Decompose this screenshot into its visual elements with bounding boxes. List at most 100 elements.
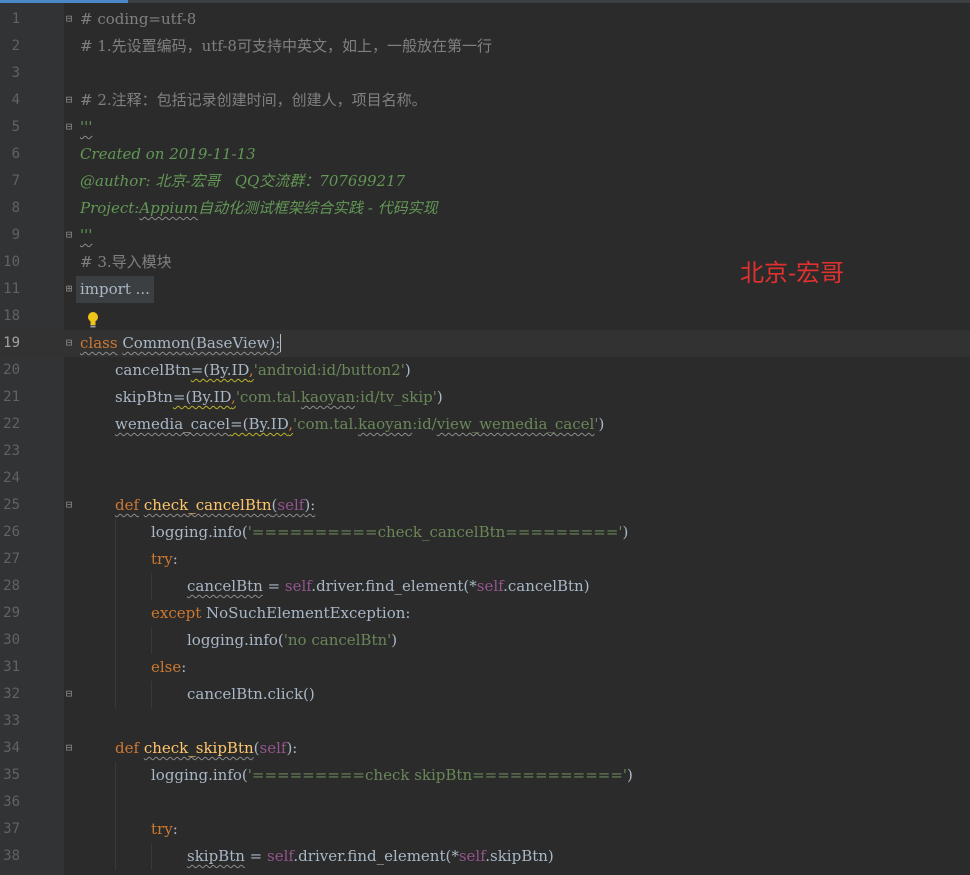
code-line[interactable]: 38 skipBtn = self.driver.find_element(*s… — [0, 843, 970, 870]
code-line[interactable]: 35 logging.info('=========check skipBtn=… — [0, 762, 970, 789]
code-line[interactable]: 31 else: — [0, 654, 970, 681]
code-line[interactable]: 30 logging.info('no cancelBtn') — [0, 627, 970, 654]
fold-collapse-icon[interactable]: ⊟ — [63, 13, 75, 25]
code-line[interactable]: 3 — [0, 60, 970, 87]
fold-expand-icon[interactable]: ⊞ — [63, 283, 75, 295]
indent-guide — [115, 654, 116, 681]
code-editor[interactable]: 1 ⊟ # coding=utf-8 2 # 1.先设置编码，utf-8可支持中… — [0, 6, 970, 870]
line-number: 37 — [3, 821, 20, 837]
docstring-part: 自动化测试框架综合实践 - 代码实现 — [198, 199, 438, 217]
colon: : — [172, 820, 178, 838]
indent-guide — [151, 843, 152, 870]
code-line[interactable]: 26 logging.info('==========check_cancelB… — [0, 519, 970, 546]
fold-collapse-icon[interactable]: ⊟ — [63, 499, 75, 511]
string-typo: kaoyan — [358, 415, 413, 433]
indent-guide — [115, 843, 116, 870]
string-literal: 'no cancelBtn' — [283, 631, 392, 649]
tuple-open: =(By.ID — [230, 415, 289, 433]
code-line[interactable]: 1 ⊟ # coding=utf-8 — [0, 6, 970, 33]
code-line[interactable]: 8 Project:Appium自动化测试框架综合实践 - 代码实现 — [0, 195, 970, 222]
code-line[interactable]: 29 except NoSuchElementException: — [0, 600, 970, 627]
text-caret — [280, 334, 282, 352]
folded-imports[interactable]: import ... — [76, 276, 154, 303]
identifier: skipBtn — [187, 847, 245, 865]
code-line[interactable]: 25 ⊟ def check_cancelBtn(self): — [0, 492, 970, 519]
code-line[interactable]: 34 ⊟ def check_skipBtn(self): — [0, 735, 970, 762]
line-number: 2 — [11, 38, 20, 54]
code-line[interactable]: 36 — [0, 789, 970, 816]
code-line[interactable]: 9 ⊟ ''' — [0, 222, 970, 249]
string-literal: :id/tv_skip' — [355, 388, 437, 406]
line-number: 3 — [11, 65, 20, 81]
editor-tab-bar — [0, 0, 970, 3]
comment: # 1.先设置编码，utf-8可支持中英文，如上，一般放在第一行 — [80, 37, 492, 55]
code-line[interactable]: 2 # 1.先设置编码，utf-8可支持中英文，如上，一般放在第一行 — [0, 33, 970, 60]
tuple-open: =(By.ID — [190, 361, 249, 379]
line-number: 1 — [11, 11, 20, 27]
code-line-current[interactable]: 19 ⊟ class Common(BaseView): — [0, 330, 970, 357]
code-line[interactable]: 32 ⊟ cancelBtn.click() — [0, 681, 970, 708]
code-line[interactable]: 5 ⊟ ''' — [0, 114, 970, 141]
indent-guide — [115, 816, 116, 843]
identifier: cancelBtn — [115, 361, 191, 379]
code-line[interactable]: 20 cancelBtn=(By.ID,'android:id/button2'… — [0, 357, 970, 384]
code-line[interactable]: 27 try: — [0, 546, 970, 573]
call: .driver.find_element(* — [311, 577, 477, 595]
colon: : — [172, 550, 178, 568]
line-number: 4 — [11, 92, 20, 108]
code-line[interactable]: 4 ⊟ # 2.注释：包括记录创建时间，创建人，项目名称。 — [0, 87, 970, 114]
colon: : — [181, 658, 187, 676]
indent-guide — [115, 519, 116, 546]
keyword: except — [151, 604, 202, 622]
statement: logging.info('==========check_cancelBtn=… — [151, 519, 628, 546]
string-typo: kaoyan — [300, 388, 356, 406]
paren: ): — [286, 739, 298, 757]
function-def: def check_skipBtn(self): — [115, 735, 297, 762]
keyword: class — [80, 334, 118, 352]
code-line[interactable]: 7 @author: 北京-宏哥 QQ交流群：707699217 — [0, 168, 970, 195]
code-line[interactable]: 28 cancelBtn = self.driver.find_element(… — [0, 573, 970, 600]
identifier: cancelBtn — [187, 577, 263, 595]
line-number: 36 — [3, 794, 20, 810]
code-line[interactable]: 18 — [0, 303, 970, 330]
class-bases: (BaseView): — [189, 334, 281, 352]
lightbulb-icon[interactable] — [86, 311, 100, 329]
fold-collapse-icon[interactable]: ⊟ — [63, 742, 75, 754]
indent-guide — [115, 546, 116, 573]
fold-collapse-icon[interactable]: ⊟ — [63, 94, 75, 106]
line-number: 7 — [11, 173, 20, 189]
self-ref: self — [476, 577, 504, 595]
code-line[interactable]: 37 try: — [0, 816, 970, 843]
fold-collapse-icon[interactable]: ⊟ — [63, 229, 75, 241]
call: logging.info( — [187, 631, 284, 649]
fold-collapse-icon[interactable]: ⊟ — [63, 121, 75, 133]
class-name: Common — [122, 334, 190, 352]
call: logging.info( — [151, 766, 248, 784]
indent-guide — [115, 681, 116, 708]
assignment: cancelBtn=(By.ID,'android:id/button2') — [115, 357, 411, 384]
code-line[interactable]: 23 — [0, 438, 970, 465]
fold-collapse-icon[interactable]: ⊟ — [63, 337, 75, 349]
line-number: 19 — [3, 335, 20, 351]
keyword: def — [115, 496, 140, 514]
code-line[interactable]: 33 — [0, 708, 970, 735]
code-line[interactable]: 21 skipBtn=(By.ID,'com.tal.kaoyan:id/tv_… — [0, 384, 970, 411]
call: .driver.find_element(* — [293, 847, 459, 865]
assignment: skipBtn=(By.ID,'com.tal.kaoyan:id/tv_ski… — [115, 384, 443, 411]
tuple-close: ) — [404, 361, 411, 379]
line-number: 5 — [11, 119, 20, 135]
paren: ) — [391, 631, 398, 649]
exception-name: NoSuchElementException: — [201, 604, 411, 622]
code-line[interactable]: 6 Created on 2019-11-13 — [0, 141, 970, 168]
fold-end-icon[interactable]: ⊟ — [63, 688, 75, 700]
statement: cancelBtn.click() — [187, 685, 315, 703]
self-param: self — [277, 496, 305, 514]
assignment: wemedia_cacel=(By.ID,'com.tal.kaoyan:id/… — [115, 411, 604, 438]
line-number: 26 — [3, 524, 20, 540]
code-line[interactable]: 24 — [0, 465, 970, 492]
string-literal: :id/ — [412, 415, 437, 433]
self-ref: self — [267, 847, 294, 865]
function-name: check_cancelBtn — [143, 496, 272, 514]
code-line[interactable]: 22 wemedia_cacel=(By.ID,'com.tal.kaoyan:… — [0, 411, 970, 438]
statement: else: — [151, 654, 186, 681]
